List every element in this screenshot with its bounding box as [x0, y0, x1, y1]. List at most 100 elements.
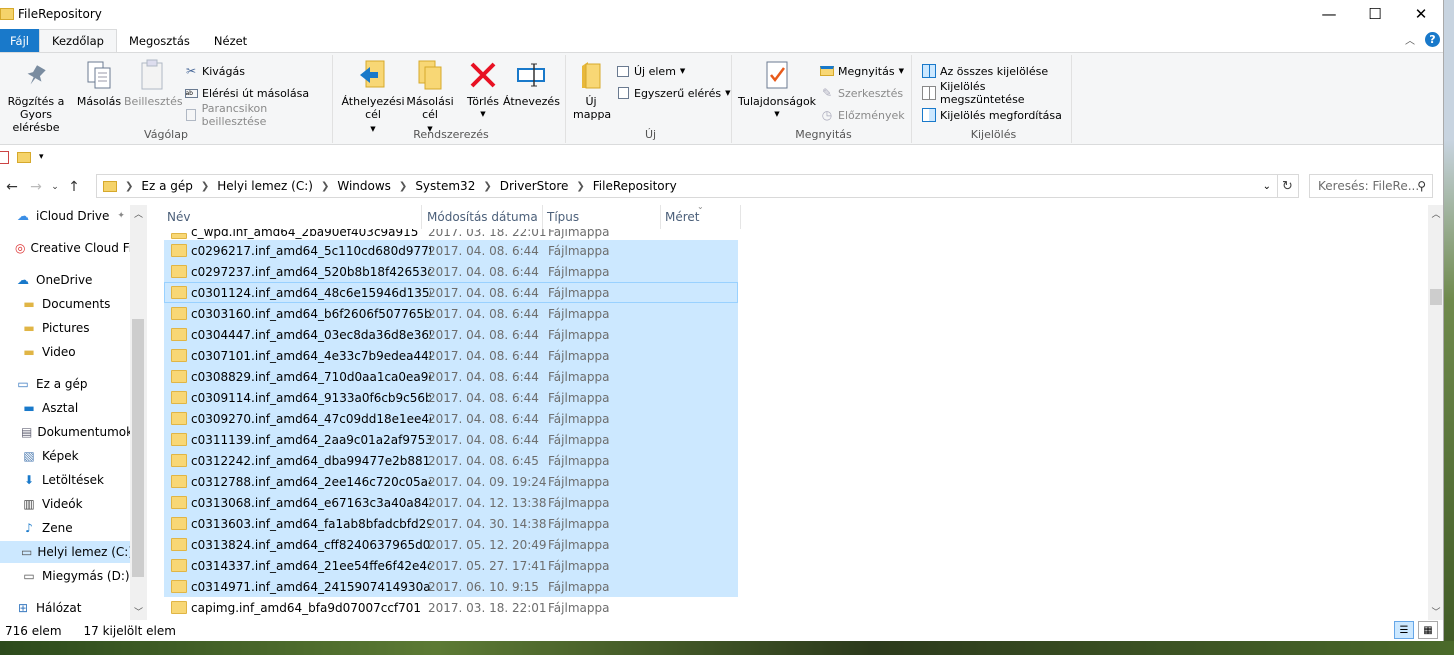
table-row[interactable]: c0307101.inf_amd64_4e33c7b9edea4480 2017.…: [164, 345, 738, 366]
chevron-right-icon[interactable]: ❯: [321, 181, 329, 192]
delete-button[interactable]: Törlés ▼: [463, 59, 503, 121]
nav-item[interactable]: ♪ Zene: [0, 517, 130, 539]
nav-item[interactable]: ▬ Video: [0, 341, 130, 363]
close-button[interactable]: ✕: [1398, 0, 1443, 28]
nav-item[interactable]: ◎ Creative Cloud Fil: [0, 237, 135, 259]
nav-item[interactable]: ▥ Videók: [0, 493, 130, 515]
nav-item[interactable]: ▭ Miegymás (D:): [0, 565, 130, 587]
breadcrumb-filerepository[interactable]: FileRepository: [593, 179, 677, 193]
scroll-down-icon[interactable]: ﹀: [1428, 605, 1443, 618]
paste-button[interactable]: Beillesztés: [124, 59, 183, 108]
scroll-up-icon[interactable]: ︿: [1428, 207, 1443, 220]
chevron-right-icon[interactable]: ❯: [399, 181, 407, 192]
breadcrumb-local-disk[interactable]: Helyi lemez (C:): [217, 179, 313, 193]
forward-arrow-icon[interactable]: →: [24, 179, 48, 195]
table-row[interactable]: c0314337.inf_amd64_21ee54ffe6f42e4c 2017.…: [164, 555, 738, 576]
chevron-right-icon[interactable]: ❯: [125, 181, 133, 192]
table-row[interactable]: c0312242.inf_amd64_dba99477e2b8819f 2017.…: [164, 450, 738, 471]
tab-share[interactable]: Megosztás: [117, 29, 202, 53]
address-dropdown-icon[interactable]: ⌄: [1263, 181, 1271, 192]
file-scroll-thumb[interactable]: [1430, 289, 1442, 305]
history-button[interactable]: ◷ Előzmények: [820, 105, 905, 125]
table-row[interactable]: c0314971.inf_amd64_2415907414930af2 2017.…: [164, 576, 738, 597]
breadcrumb-system32[interactable]: System32: [415, 179, 475, 193]
column-type[interactable]: Típus: [543, 205, 661, 229]
table-row[interactable]: c0304447.inf_amd64_03ec8da36d8e3692 2017.…: [164, 324, 738, 345]
details-view-icon[interactable]: ☰: [1394, 621, 1414, 639]
select-all-button[interactable]: Az összes kijelölése: [922, 61, 1048, 81]
minimize-button[interactable]: —: [1306, 0, 1352, 28]
maximize-button[interactable]: ☐: [1352, 0, 1398, 28]
nav-pane-scrollbar[interactable]: ︿ ﹀: [130, 205, 147, 620]
column-date[interactable]: Módosítás dátuma: [423, 205, 543, 229]
nav-item[interactable]: ⊞ Hálózat: [0, 597, 130, 619]
column-name[interactable]: Név: [163, 205, 422, 229]
nav-item[interactable]: ▧ Képek: [0, 445, 130, 467]
table-row[interactable]: c0301124.inf_amd64_48c6e15946d1356a 2017.…: [164, 282, 738, 303]
refresh-icon[interactable]: ↻: [1277, 174, 1299, 198]
copy-button[interactable]: Másolás: [75, 59, 123, 108]
nav-item[interactable]: ▤ Dokumentumok: [0, 421, 133, 443]
customize-qat-icon[interactable]: ▾: [39, 152, 44, 162]
chevron-right-icon[interactable]: ❯: [201, 181, 209, 192]
nav-item[interactable]: ▭ Helyi lemez (C:): [0, 541, 133, 563]
table-row[interactable]: c0313824.inf_amd64_cff8240637965d03 2017.…: [164, 534, 738, 555]
nav-item[interactable]: ▭ Ez a gép: [0, 373, 130, 395]
table-row[interactable]: c0303160.inf_amd64_b6f2606f507765bd 2017.…: [164, 303, 738, 324]
tab-view[interactable]: Nézet: [202, 29, 259, 53]
nav-item[interactable]: ▬ Documents: [0, 293, 130, 315]
chevron-right-icon[interactable]: ❯: [483, 181, 491, 192]
copy-path-button[interactable]: ab Elérési út másolása: [184, 83, 309, 103]
new-item-button[interactable]: Új elem ▼: [616, 61, 685, 81]
invert-selection-button[interactable]: Kijelölés megfordítása: [922, 105, 1062, 125]
new-folder-qat-icon[interactable]: [17, 151, 31, 163]
table-row[interactable]: c0297237.inf_amd64_520b8b18f42653d5 2017.…: [164, 261, 738, 282]
tab-home[interactable]: Kezdőlap: [39, 29, 117, 53]
scroll-down-icon[interactable]: ﹀: [130, 605, 147, 618]
breadcrumb-windows[interactable]: Windows: [337, 179, 391, 193]
nav-item[interactable]: ☁ iCloud Drive ✦: [0, 205, 130, 227]
table-row[interactable]: c0296217.inf_amd64_5c110cd680d977f2 2017.…: [164, 240, 738, 261]
breadcrumb-driverstore[interactable]: DriverStore: [500, 179, 569, 193]
address-bar[interactable]: ❯ Ez a gép ❯ Helyi lemez (C:) ❯ Windows …: [96, 174, 1278, 198]
select-none-button[interactable]: Kijelölés megszüntetése: [922, 80, 1071, 106]
table-row[interactable]: c0313603.inf_amd64_fa1ab8bfadcbfd29 2017.…: [164, 513, 738, 534]
tab-file[interactable]: Fájl: [0, 29, 39, 53]
paste-shortcut-button[interactable]: Parancsikon beillesztése: [184, 102, 332, 128]
table-row[interactable]: c0311139.inf_amd64_2aa9c01a2af97538 2017.…: [164, 429, 738, 450]
column-size[interactable]: Méret ⌄: [661, 205, 741, 229]
nav-scroll-thumb[interactable]: [132, 319, 144, 577]
nav-item[interactable]: ▬ Pictures: [0, 317, 130, 339]
easy-access-button[interactable]: Egyszerű elérés ▼: [616, 83, 730, 103]
breadcrumb-this-pc[interactable]: Ez a gép: [141, 179, 192, 193]
nav-item[interactable]: ☁ OneDrive: [0, 269, 130, 291]
file-list-scrollbar[interactable]: ︿ ﹀: [1428, 205, 1443, 620]
edit-button[interactable]: ✎ Szerkesztés: [820, 83, 903, 103]
properties-check-icon[interactable]: [0, 150, 9, 164]
table-row[interactable]: capimg.inf_amd64_bfa9d07007ccf701 2017. 0…: [164, 597, 738, 618]
table-row[interactable]: c0313068.inf_amd64_e67163c3a40a84ae 2017.…: [164, 492, 738, 513]
chevron-right-icon[interactable]: ❯: [576, 181, 584, 192]
table-row[interactable]: c0309114.inf_amd64_9133a0f6cb9c56bb 2017.…: [164, 387, 738, 408]
rename-button[interactable]: Átnevezés: [503, 59, 560, 108]
open-button[interactable]: Megnyitás ▼: [820, 61, 904, 81]
search-input[interactable]: Keresés: FileRe... ⚲: [1309, 174, 1433, 198]
nav-item[interactable]: ▬ Asztal: [0, 397, 130, 419]
large-icons-view-icon[interactable]: ▦: [1418, 621, 1438, 639]
pin-quick-access-button[interactable]: Rögzítés a Gyors elérésbe: [0, 59, 72, 134]
help-icon[interactable]: ?: [1425, 32, 1440, 47]
table-row[interactable]: c0309270.inf_amd64_47c09dd18e1ee4c5 2017.…: [164, 408, 738, 429]
cut-button[interactable]: ✂ Kivágás: [184, 61, 245, 81]
recent-locations-icon[interactable]: ⌄: [48, 182, 62, 192]
move-to-button[interactable]: Áthelyezési cél ▼: [341, 59, 405, 136]
back-arrow-icon[interactable]: ←: [0, 179, 24, 195]
properties-button[interactable]: Tulajdonságok ▼: [736, 59, 818, 121]
nav-item[interactable]: ⬇ Letöltések: [0, 469, 130, 491]
table-row[interactable]: c_wpd.inf_amd64_2ba90ef403c9a915 2017. 03…: [164, 229, 738, 239]
collapse-ribbon-icon[interactable]: ︿: [1405, 32, 1415, 47]
table-row[interactable]: c0312788.inf_amd64_2ee146c720c05a4f 2017.…: [164, 471, 738, 492]
copy-to-button[interactable]: Másolási cél ▼: [403, 59, 457, 136]
scroll-up-icon[interactable]: ︿: [130, 207, 147, 220]
table-row[interactable]: c0308829.inf_amd64_710d0aa1ca0ea9e0 2017.…: [164, 366, 738, 387]
new-folder-button[interactable]: Új mappa: [570, 59, 612, 121]
